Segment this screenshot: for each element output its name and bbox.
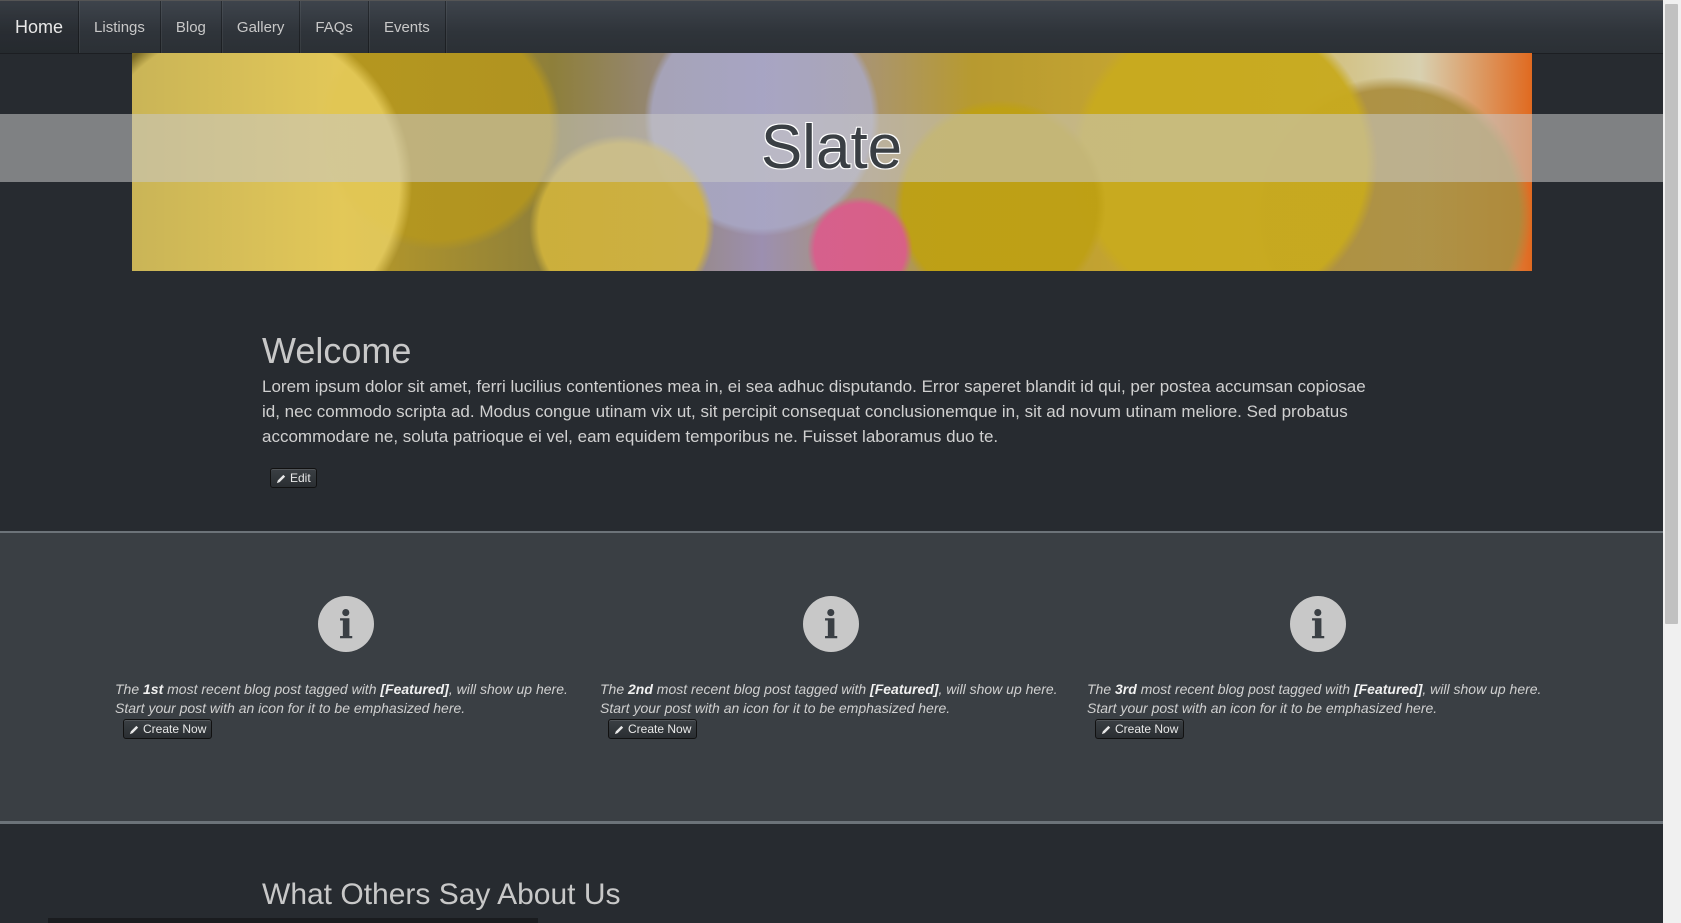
- create-now-label: Create Now: [143, 722, 207, 736]
- nav-item-listings[interactable]: Listings: [79, 1, 161, 53]
- horizontal-scrollbar[interactable]: [48, 918, 538, 923]
- top-navbar: Home Listings Blog Gallery FAQs Events: [0, 0, 1663, 54]
- create-now-label: Create Now: [628, 722, 692, 736]
- featured-post-text: The 1st most recent blog post tagged wit…: [115, 681, 568, 716]
- welcome-heading: Welcome: [262, 330, 412, 371]
- info-icon: i: [318, 596, 374, 652]
- nav-item-faqs[interactable]: FAQs: [300, 1, 369, 53]
- featured-post-2: i The 2nd most recent blog post tagged w…: [600, 596, 1062, 740]
- info-icon: i: [803, 596, 859, 652]
- create-now-button[interactable]: Create Now: [608, 719, 698, 739]
- testimonials-heading: What Others Say About Us: [262, 878, 621, 911]
- pencil-icon: [1101, 725, 1111, 734]
- create-now-button[interactable]: Create Now: [123, 719, 213, 739]
- featured-post-text: The 3rd most recent blog post tagged wit…: [1087, 681, 1542, 716]
- nav-item-gallery[interactable]: Gallery: [222, 1, 301, 53]
- welcome-section: Welcome Lorem ipsum dolor sit amet, ferr…: [262, 328, 1382, 449]
- pencil-icon: [614, 725, 624, 734]
- edit-button[interactable]: Edit: [270, 468, 317, 488]
- featured-post-text: The 2nd most recent blog post tagged wit…: [600, 681, 1058, 716]
- pencil-icon: [129, 725, 139, 734]
- nav-item-home[interactable]: Home: [0, 1, 80, 53]
- vertical-scrollbar[interactable]: [1663, 0, 1681, 923]
- site-title: Slate: [760, 113, 903, 182]
- featured-post-1: i The 1st most recent blog post tagged w…: [115, 596, 577, 740]
- scrollbar-thumb[interactable]: [1665, 4, 1678, 624]
- edit-button-label: Edit: [290, 471, 311, 485]
- featured-posts-section: i The 1st most recent blog post tagged w…: [0, 531, 1663, 824]
- nav-item-blog[interactable]: Blog: [161, 1, 222, 53]
- welcome-body: Lorem ipsum dolor sit amet, ferri lucili…: [262, 377, 1366, 446]
- info-icon: i: [1290, 596, 1346, 652]
- pencil-icon: [276, 474, 286, 483]
- nav-item-events[interactable]: Events: [369, 1, 446, 53]
- create-now-label: Create Now: [1115, 722, 1179, 736]
- featured-post-3: i The 3rd most recent blog post tagged w…: [1087, 596, 1549, 740]
- create-now-button[interactable]: Create Now: [1095, 719, 1185, 739]
